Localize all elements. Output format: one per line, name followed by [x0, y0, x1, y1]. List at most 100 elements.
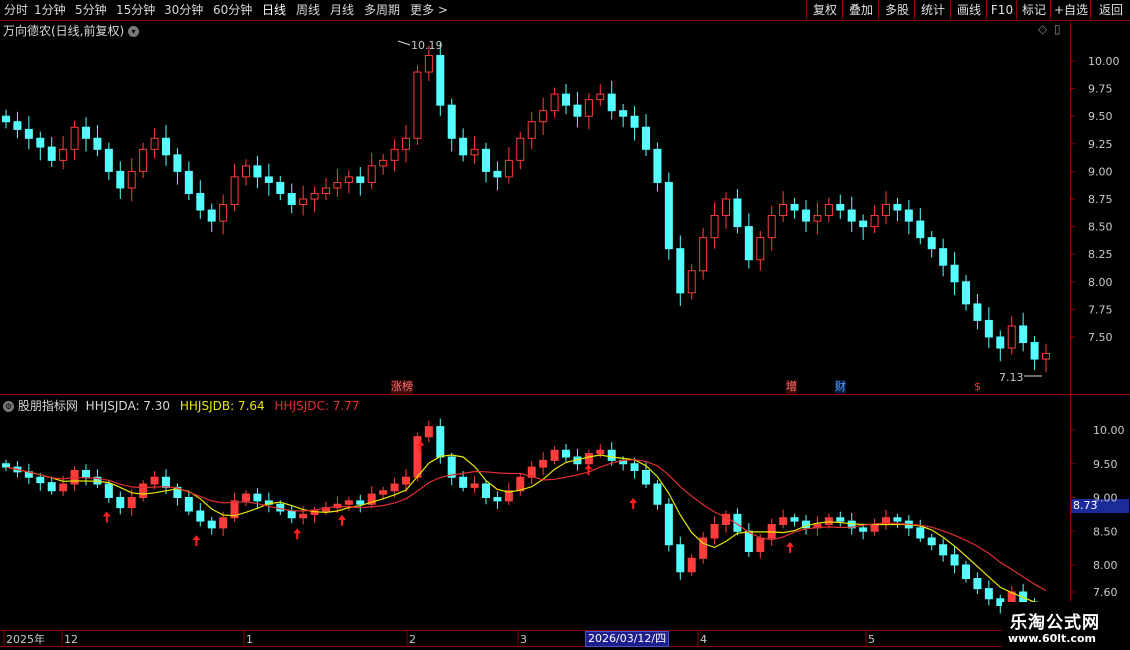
candle: [436, 42, 445, 117]
high-marker: 10.19: [397, 39, 443, 52]
indicator-candle: [207, 517, 216, 535]
candle: [664, 172, 673, 260]
indicator-candle: [790, 513, 799, 527]
indicator-candle: [424, 420, 433, 443]
candle: [447, 98, 456, 152]
candle: [230, 163, 239, 212]
indicator-candle: [904, 515, 913, 536]
cursor-date-tag: 2026/03/12/四: [585, 631, 670, 647]
candle: [253, 155, 262, 188]
price-tick-label: 7.50: [1088, 331, 1113, 344]
candle: [676, 235, 685, 307]
main-candles: [2, 42, 1050, 373]
indicator-candle: [516, 473, 525, 497]
indicator-candle: [984, 580, 993, 606]
candle: [196, 180, 205, 219]
date-tick-label: 3: [520, 633, 527, 646]
candle: [847, 196, 856, 233]
indicator-candle: [24, 463, 33, 484]
candle: [1007, 316, 1016, 355]
candle: [607, 80, 616, 120]
candle: [813, 202, 822, 235]
candle: [790, 197, 799, 219]
indicator-candle: [139, 479, 148, 502]
candle: [367, 152, 376, 190]
chart-canvas[interactable]: 10.00 9.75 9.50 9.25 9.00 8.75 8.50 8.25 8.00 7.7…: [0, 0, 1130, 650]
indicator-candle: [482, 479, 490, 505]
candle: [482, 142, 490, 183]
indicator-candle: [47, 476, 56, 495]
indicator-candle: [733, 508, 742, 536]
candle: [127, 158, 136, 202]
candle: [767, 205, 776, 251]
indicator-candle: [2, 459, 10, 472]
candle: [413, 65, 422, 145]
candle: [219, 194, 228, 235]
indicator-candle: [264, 492, 273, 513]
indicator-candle: [893, 513, 902, 528]
candle: [859, 214, 868, 240]
watermark: 乐淘公式网 www.60lt.com: [1002, 602, 1130, 650]
candle: [1030, 335, 1039, 371]
candle: [527, 111, 536, 150]
indicator-candle: [870, 518, 879, 536]
candle: [893, 197, 902, 222]
indicator-candle: [287, 504, 296, 524]
candle: [619, 104, 628, 128]
candle: [470, 136, 479, 164]
candle: [264, 163, 273, 196]
indicator-tick-label: 8.50: [1093, 525, 1118, 538]
indicator-candle: [962, 560, 970, 583]
indicator-candle: [722, 510, 730, 533]
candle: [824, 197, 833, 223]
indicator-candle: [367, 486, 376, 509]
indicator-candle: [939, 538, 948, 562]
candle: [379, 153, 388, 175]
candle: [299, 185, 308, 216]
candle: [836, 194, 845, 219]
candle: [184, 161, 193, 201]
candle: [722, 192, 730, 229]
price-axis: 10.00 9.75 9.50 9.25 9.00 8.75 8.50 8.25 8.00 7.7…: [1071, 55, 1125, 599]
buy-arrow-icon: [584, 464, 593, 476]
candle: [59, 136, 68, 170]
price-tick-label: 8.75: [1088, 193, 1113, 206]
candle: [950, 251, 959, 296]
candle: [984, 307, 993, 349]
candle: [1019, 312, 1028, 352]
candle: [287, 183, 296, 214]
indicator-candle: [687, 554, 696, 576]
candle: [93, 125, 102, 156]
buy-arrow-icon: [102, 511, 111, 523]
indicator-candle: [973, 572, 982, 595]
candle: [870, 205, 879, 234]
candle: [573, 91, 582, 128]
candle: [24, 116, 33, 150]
candle: [562, 84, 570, 114]
indicator-candle: [916, 519, 925, 543]
candle: [139, 142, 148, 179]
candle: [333, 169, 342, 197]
indicator-candle: [813, 516, 822, 536]
candle: [402, 125, 410, 163]
candle: [150, 128, 159, 159]
indicator-candle: [676, 536, 685, 580]
indicator-candle: [527, 461, 536, 484]
candle: [687, 264, 696, 300]
candle: [242, 159, 250, 186]
candle: [584, 93, 593, 130]
date-tick-label: 12: [64, 633, 78, 646]
candle: [207, 203, 216, 233]
indicator-candle: [539, 452, 548, 476]
candle: [104, 142, 113, 181]
candle: [653, 142, 662, 192]
candle: [916, 207, 925, 245]
indicator-candle: [504, 482, 513, 505]
candle: [310, 186, 319, 213]
candle: [927, 231, 936, 258]
price-tick-label: 8.00: [1088, 276, 1113, 289]
candle: [356, 166, 365, 196]
candle: [504, 147, 513, 184]
indicator-candle: [470, 475, 479, 493]
indicator-candles: [2, 418, 1050, 621]
